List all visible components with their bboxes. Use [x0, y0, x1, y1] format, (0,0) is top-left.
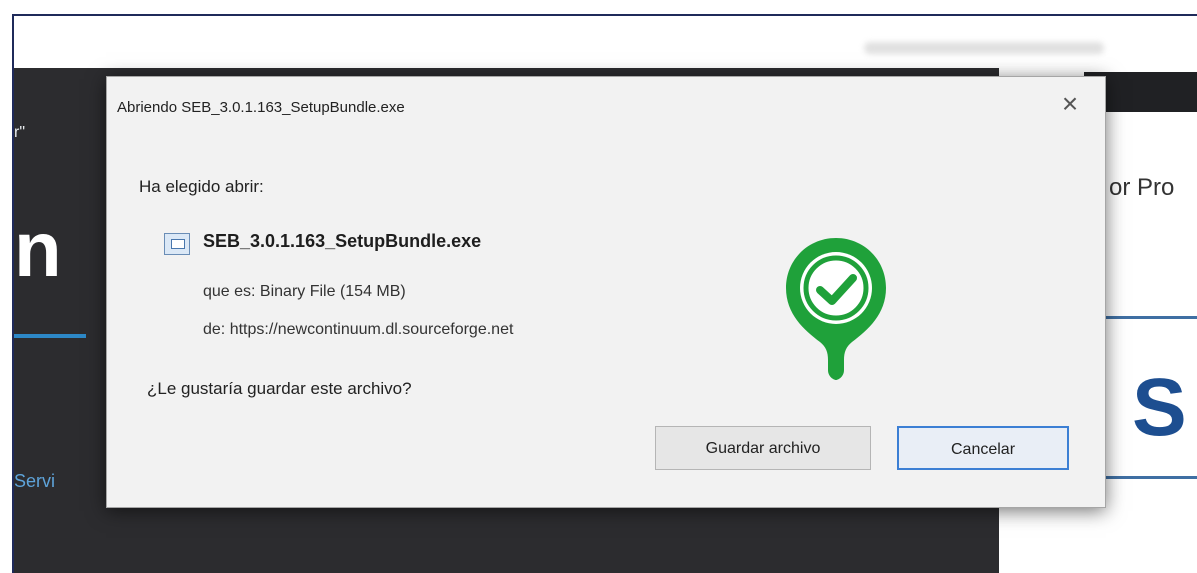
background-link-underline — [14, 334, 86, 338]
file-type-line: que es: Binary File (154 MB) — [203, 283, 406, 300]
dialog-title: Abriendo SEB_3.0.1.163_SetupBundle.exe — [117, 99, 405, 116]
file-name: SEB_3.0.1.163_SetupBundle.exe — [203, 231, 482, 251]
save-file-button[interactable]: Guardar archivo — [655, 426, 871, 470]
browser-topbar — [14, 16, 1197, 68]
cancel-button[interactable]: Cancelar — [897, 426, 1069, 470]
background-link[interactable]: Servi — [14, 471, 55, 492]
download-dialog: Abriendo SEB_3.0.1.163_SetupBundle.exe ×… — [106, 76, 1106, 508]
background-divider-top — [1104, 316, 1197, 319]
dialog-prompt: Ha elegido abrir: — [139, 177, 264, 196]
check-pin-icon — [786, 238, 886, 380]
file-icon — [164, 233, 190, 255]
background-divider-bottom — [1104, 476, 1197, 479]
background-right-text: or Pro — [1109, 174, 1175, 201]
close-icon[interactable]: × — [1053, 87, 1087, 121]
background-logo-letter: S — [1132, 362, 1187, 453]
blurred-tab-area — [864, 42, 1104, 54]
background-text-small: r" — [14, 124, 26, 141]
file-source-line: de: https://newcontinuum.dl.sourceforge.… — [203, 321, 514, 338]
browser-window: r" n E Servi or Pro S Abriendo SEB_3.0.1… — [12, 14, 1197, 573]
save-question: ¿Le gustaría guardar este archivo? — [147, 379, 412, 398]
